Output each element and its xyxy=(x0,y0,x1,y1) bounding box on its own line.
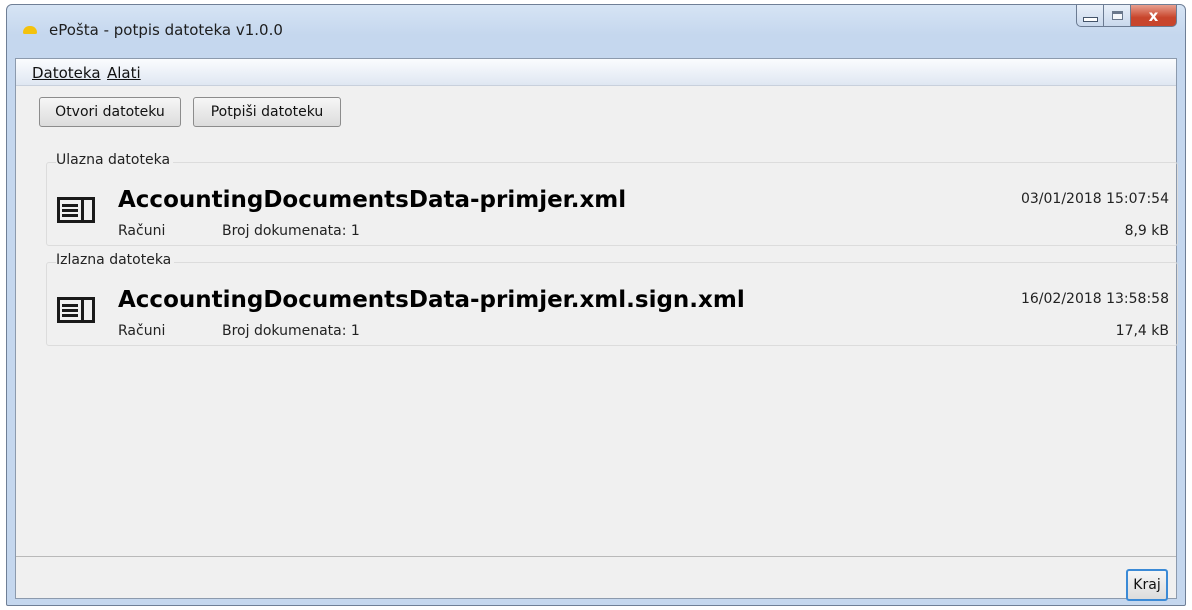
app-window: ePošta - potpis datoteka v1.0.0 x Datote… xyxy=(6,4,1186,606)
app-cloud-icon xyxy=(23,26,37,34)
client-area: Datoteka Alati Otvori datoteku Potpiši d… xyxy=(15,58,1178,601)
sign-file-button[interactable]: Potpiši datoteku xyxy=(193,97,341,127)
title-bar[interactable]: ePošta - potpis datoteka v1.0.0 x xyxy=(7,5,1185,59)
output-file-name: AccountingDocumentsData-primjer.xml.sign… xyxy=(118,287,745,313)
close-icon: x xyxy=(1148,6,1159,25)
menu-bar: Datoteka Alati xyxy=(16,59,1176,86)
window-controls: x xyxy=(1076,5,1177,29)
kraj-button[interactable]: Kraj xyxy=(1126,569,1168,601)
input-file-count: Broj dokumenata: 1 xyxy=(222,223,360,239)
document-list-icon xyxy=(57,297,95,323)
input-file-date: 03/01/2018 15:07:54 xyxy=(1020,191,1169,207)
menu-alati[interactable]: Alati xyxy=(107,64,141,82)
input-file-group: Ulazna datoteka AccountingDocumentsData-… xyxy=(46,152,1178,246)
document-list-icon xyxy=(57,197,95,223)
output-file-type: Računi xyxy=(118,323,166,339)
input-file-name: AccountingDocumentsData-primjer.xml xyxy=(118,187,627,213)
output-file-date: 16/02/2018 13:58:58 xyxy=(1020,291,1169,307)
footer-divider xyxy=(16,556,1176,557)
input-file-group-label: Ulazna datoteka xyxy=(56,152,174,168)
close-window-button[interactable]: x xyxy=(1131,5,1177,27)
output-file-count: Broj dokumenata: 1 xyxy=(222,323,360,339)
window-title: ePošta - potpis datoteka v1.0.0 xyxy=(49,21,283,39)
menu-datoteka[interactable]: Datoteka xyxy=(32,64,101,82)
maximize-icon xyxy=(1111,11,1123,20)
output-file-group: Izlazna datoteka AccountingDocumentsData… xyxy=(46,252,1178,346)
minimize-icon xyxy=(1082,17,1098,22)
input-file-type: Računi xyxy=(118,223,166,239)
output-file-group-label: Izlazna datoteka xyxy=(56,252,175,268)
open-file-button[interactable]: Otvori datoteku xyxy=(39,97,181,127)
input-file-size: 8,9 kB xyxy=(1124,223,1169,239)
minimize-button[interactable] xyxy=(1076,5,1104,27)
maximize-button[interactable] xyxy=(1104,5,1131,27)
output-file-size: 17,4 kB xyxy=(1115,323,1169,339)
